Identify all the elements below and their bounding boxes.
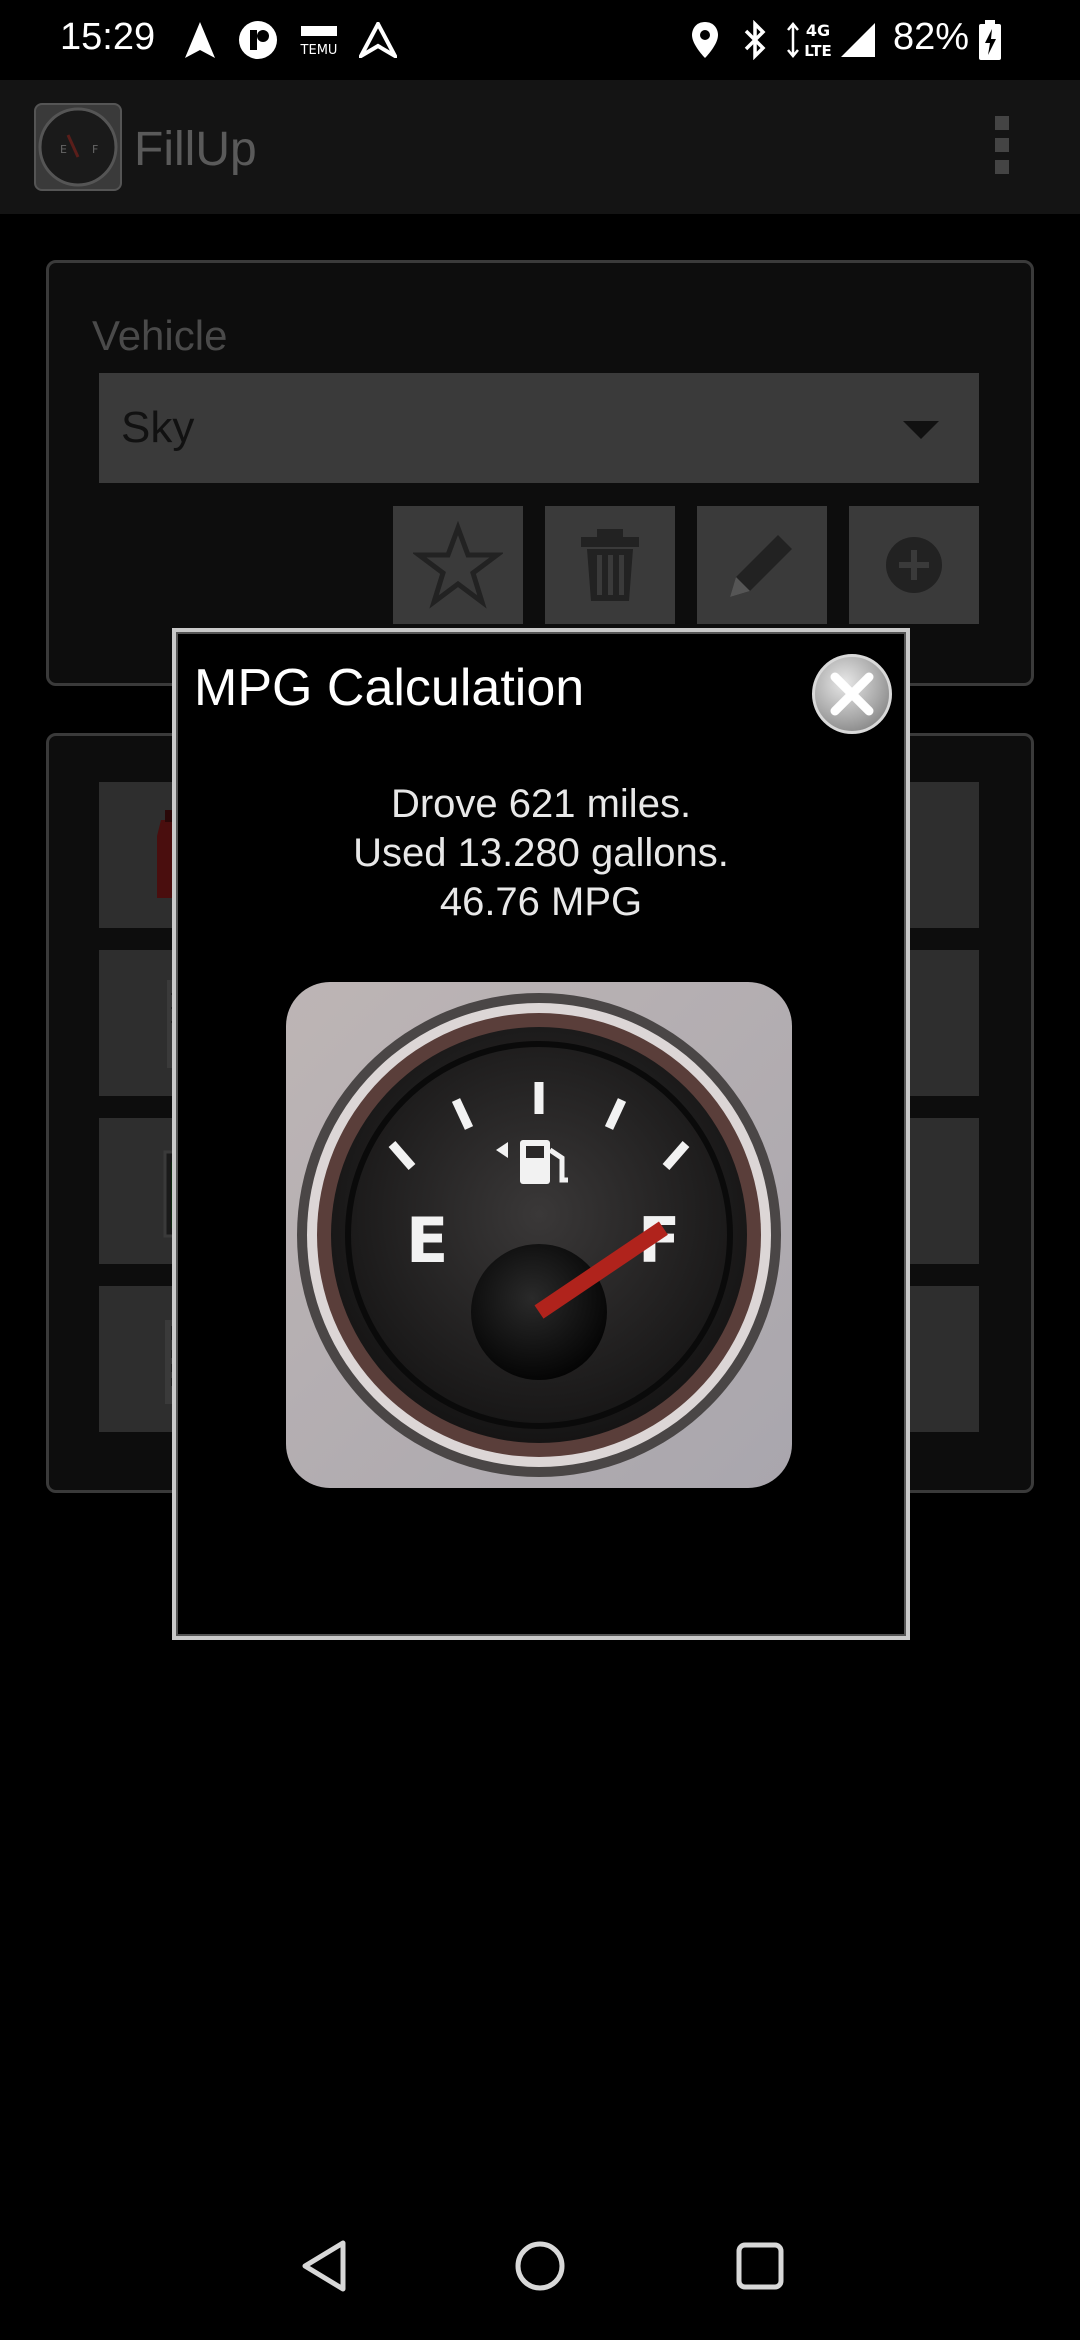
navigation-arrow-icon (180, 18, 220, 62)
status-bar: 15:29 TEMU 4G LTE 82% (0, 0, 1080, 80)
back-button[interactable] (294, 2236, 354, 2296)
svg-text:F: F (92, 143, 98, 156)
fuel-gauge-icon: E F (34, 103, 122, 191)
gauge-empty-label: E (406, 1204, 448, 1277)
svg-text:LTE: LTE (804, 42, 832, 60)
fuel-used-text: Used 13.280 gallons. (353, 831, 729, 875)
location-icon (688, 18, 722, 62)
edit-vehicle-button[interactable] (697, 506, 827, 624)
mpg-result-text: 46.76 MPG (439, 880, 643, 924)
overflow-menu-icon[interactable] (988, 116, 1016, 180)
svg-text:4G: 4G (806, 21, 830, 40)
vehicle-selected-value: Sky (121, 403, 195, 452)
add-vehicle-button[interactable] (849, 506, 979, 624)
bluetooth-icon (738, 18, 772, 62)
battery-charging-icon (976, 18, 1004, 62)
back-icon (302, 2240, 346, 2292)
distance-text: Drove 621 miles. (390, 782, 692, 826)
svg-text:E: E (60, 143, 67, 156)
vehicle-dropdown[interactable]: Sky (99, 373, 979, 483)
chevron-down-icon (903, 421, 939, 439)
app-bar: E F FillUp (0, 80, 1080, 214)
vehicle-label: Vehicle (92, 312, 228, 359)
signal-strength-icon (838, 18, 878, 62)
app-title: FillUp (134, 123, 257, 176)
nav-app-icon (358, 18, 398, 62)
mpg-dialog: MPG Calculation Drove 621 miles. Used 13… (172, 628, 910, 1640)
network-type-icon: 4G LTE (784, 18, 838, 62)
edit-icon (730, 535, 792, 597)
app-notification-icon (236, 18, 280, 62)
home-button[interactable] (510, 2236, 570, 2296)
fuel-gauge-image: E F (286, 982, 792, 1488)
recents-button[interactable] (730, 2236, 790, 2296)
close-icon (830, 672, 874, 716)
recents-icon (736, 2242, 784, 2290)
favorite-button[interactable] (393, 506, 523, 624)
home-icon (515, 2241, 565, 2291)
temu-notification-icon: TEMU (294, 18, 344, 62)
battery-percent: 82% (893, 16, 970, 58)
star-icon (413, 520, 503, 609)
add-icon (886, 537, 942, 593)
delete-vehicle-button[interactable] (545, 506, 675, 624)
close-button[interactable] (812, 654, 892, 734)
trash-icon (581, 529, 639, 601)
status-time: 15:29 (60, 16, 156, 58)
dialog-title: MPG Calculation (194, 659, 585, 717)
svg-text:TEMU: TEMU (300, 43, 338, 58)
